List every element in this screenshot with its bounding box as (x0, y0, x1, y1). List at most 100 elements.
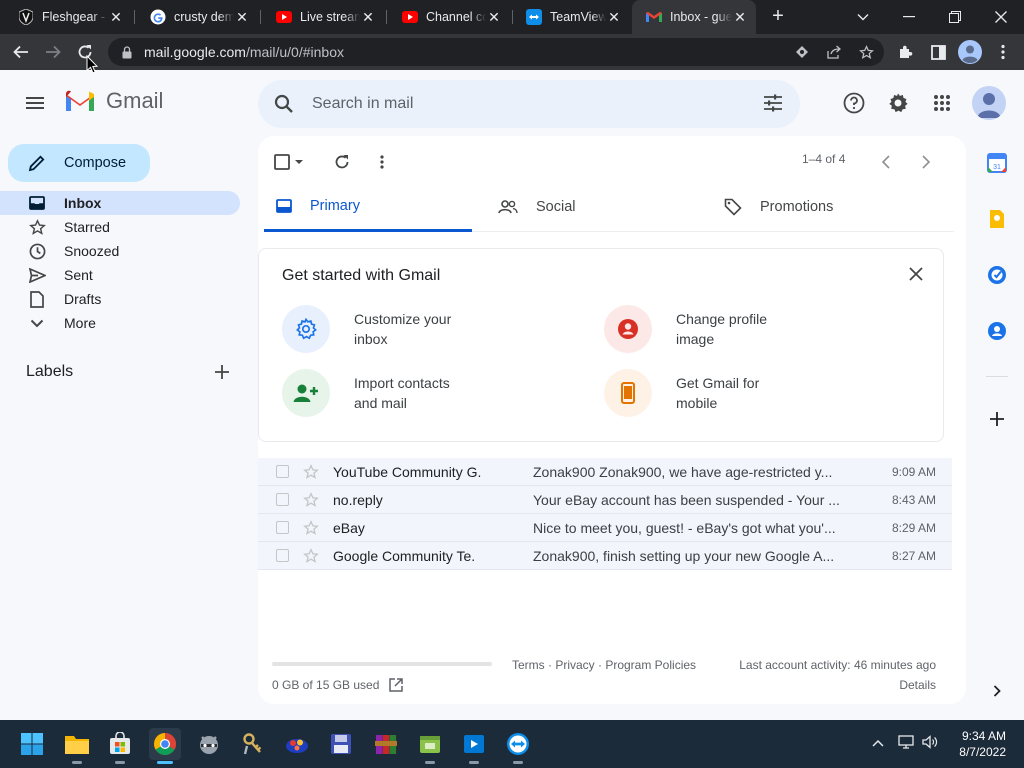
volume-icon[interactable] (922, 735, 938, 754)
email-row[interactable]: Google Community Te. Zonak900, finish se… (258, 542, 952, 570)
search-bar[interactable] (258, 80, 800, 128)
chrome-taskbar-button[interactable] (149, 728, 181, 764)
tab-close-icon[interactable]: ✕ (108, 9, 124, 26)
label-line: Customize your (354, 311, 452, 327)
keep-icon[interactable] (986, 208, 1008, 230)
get-gmail-mobile-item[interactable]: Get Gmail for mobile (604, 369, 796, 417)
help-icon[interactable] (841, 90, 867, 116)
store-button[interactable] (104, 728, 136, 764)
expand-panel-icon[interactable] (986, 680, 1008, 702)
winrar-button[interactable] (370, 728, 402, 760)
app-colorful-button[interactable] (281, 728, 313, 760)
refresh-icon[interactable] (332, 152, 352, 172)
browser-menu-icon[interactable] (990, 39, 1016, 65)
tab-search-chevron-icon[interactable] (840, 0, 886, 34)
star-icon[interactable] (303, 547, 319, 564)
profile-avatar[interactable] (957, 39, 983, 65)
apk-installer-button[interactable] (414, 728, 446, 764)
side-panel-icon[interactable] (925, 39, 951, 65)
browser-tab[interactable]: Fleshgear - ✕ (4, 0, 132, 34)
more-options-icon[interactable] (372, 152, 392, 172)
eye-icon[interactable] (788, 38, 816, 66)
customize-inbox-item[interactable]: Customize your inbox (282, 305, 474, 353)
close-window-button[interactable] (978, 0, 1024, 34)
browser-tab[interactable]: TeamViewer ✕ (512, 0, 630, 34)
extensions-icon[interactable] (893, 39, 919, 65)
details-link[interactable]: Details (899, 678, 936, 692)
browser-tab[interactable]: Live stream ✕ (262, 0, 384, 34)
browser-tab[interactable]: Channel co ✕ (388, 0, 510, 34)
teamviewer-taskbar-button[interactable] (502, 728, 534, 764)
search-icon[interactable] (274, 94, 294, 114)
select-all-checkbox[interactable] (274, 152, 306, 172)
tab-close-icon[interactable]: ✕ (360, 9, 376, 26)
email-time: 8:27 AM (891, 548, 936, 563)
get-addons-icon[interactable] (986, 408, 1008, 430)
sidebar-item-drafts[interactable]: Drafts (0, 287, 240, 311)
email-row[interactable]: eBay Nice to meet you, guest! - eBay's g… (258, 514, 952, 542)
row-checkbox[interactable] (276, 549, 289, 562)
search-options-icon[interactable] (762, 92, 784, 114)
share-icon[interactable] (820, 38, 848, 66)
previous-page-icon[interactable] (876, 152, 896, 172)
gmail-logo[interactable]: Gmail (64, 88, 163, 114)
media-player-button[interactable] (458, 728, 490, 764)
forward-button[interactable] (40, 39, 66, 65)
close-icon[interactable] (909, 267, 923, 286)
star-icon[interactable] (303, 491, 319, 508)
restore-button[interactable] (932, 0, 978, 34)
sidebar-item-starred[interactable]: Starred (0, 215, 240, 239)
contacts-icon[interactable] (986, 320, 1008, 342)
row-checkbox[interactable] (276, 465, 289, 478)
settings-icon[interactable] (885, 90, 911, 116)
app-keys-button[interactable] (237, 728, 269, 760)
sidebar-item-more[interactable]: More (0, 311, 240, 335)
new-tab-button[interactable]: + (766, 4, 790, 28)
address-bar[interactable]: mail.google.com/mail/u/0/#inbox (108, 38, 884, 66)
tab-promotions[interactable]: Promotions (712, 182, 920, 232)
network-icon[interactable] (898, 735, 914, 754)
main-menu-icon[interactable] (22, 92, 50, 114)
app-save-button[interactable] (325, 728, 357, 760)
file-explorer-button[interactable] (61, 728, 93, 764)
browser-tab-active[interactable]: Inbox - gue ✕ (632, 0, 756, 34)
tab-divider (386, 10, 387, 24)
next-page-icon[interactable] (916, 152, 936, 172)
tab-title: crusty demo (174, 10, 234, 24)
start-button[interactable] (16, 728, 48, 760)
search-input[interactable] (312, 95, 732, 113)
tab-close-icon[interactable]: ✕ (486, 9, 502, 26)
email-row[interactable]: YouTube Community G. Zonak900 Zonak900, … (258, 458, 952, 486)
tab-close-icon[interactable]: ✕ (234, 9, 250, 26)
tasks-icon[interactable] (986, 264, 1008, 286)
sidebar-item-sent[interactable]: Sent (0, 263, 240, 287)
tray-overflow-icon[interactable] (872, 734, 884, 752)
storage-info[interactable]: 0 GB of 15 GB used (272, 678, 404, 692)
system-clock[interactable]: 9:34 AM 8/7/2022 (959, 728, 1006, 760)
tab-close-icon[interactable]: ✕ (732, 9, 748, 26)
app-raccoon-button[interactable] (193, 728, 225, 760)
calendar-icon[interactable]: 31 (986, 152, 1008, 174)
tab-close-icon[interactable]: ✕ (606, 9, 622, 26)
row-checkbox[interactable] (276, 521, 289, 534)
tab-social[interactable]: Social (486, 182, 694, 232)
minimize-button[interactable] (886, 0, 932, 34)
bookmark-star-icon[interactable] (852, 38, 880, 66)
import-contacts-item[interactable]: Import contacts and mail (282, 369, 474, 417)
url-text: mail.google.com/mail/u/0/#inbox (144, 44, 344, 60)
browser-tab[interactable]: crusty demo ✕ (136, 0, 258, 34)
email-row[interactable]: no.reply Your eBay account has been susp… (258, 486, 952, 514)
apps-grid-icon[interactable] (929, 90, 955, 116)
apk-icon (420, 736, 440, 753)
star-icon[interactable] (303, 519, 319, 536)
sidebar-item-snoozed[interactable]: Snoozed (0, 239, 240, 263)
sidebar-item-inbox[interactable]: Inbox (0, 191, 240, 215)
tab-primary[interactable]: Primary (264, 182, 472, 232)
star-icon[interactable] (303, 463, 319, 480)
change-profile-image-item[interactable]: Change profile image (604, 305, 796, 353)
add-label-icon[interactable] (212, 362, 232, 382)
compose-button[interactable]: Compose (8, 144, 150, 182)
row-checkbox[interactable] (276, 493, 289, 506)
back-button[interactable] (8, 39, 34, 65)
footer-links[interactable]: Terms · Privacy · Program Policies (512, 658, 696, 672)
